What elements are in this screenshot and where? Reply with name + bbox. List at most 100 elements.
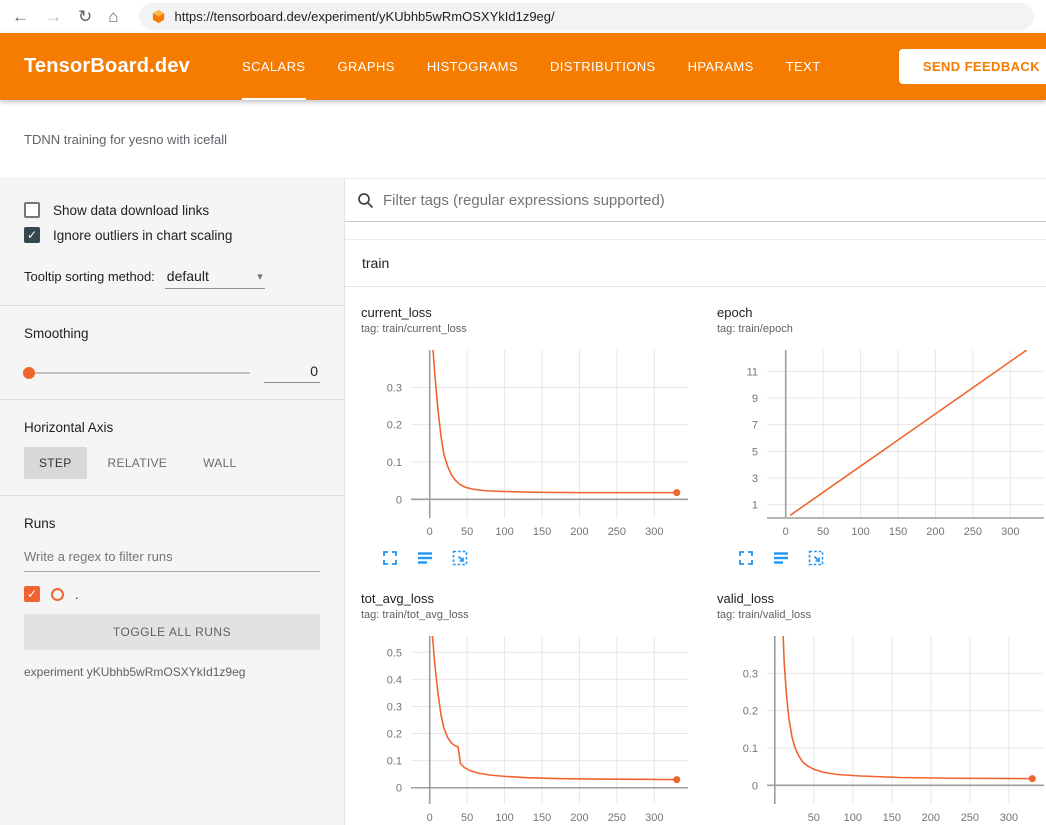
tensorboard-site-icon: [151, 9, 166, 24]
train-section-card: train current_loss tag: train/current_lo…: [345, 239, 1046, 825]
svg-text:0.2: 0.2: [387, 420, 402, 432]
svg-text:150: 150: [883, 812, 901, 824]
runs-label: Runs: [24, 516, 320, 531]
tooltip-sorting-value: default: [167, 268, 209, 284]
fit-domain-icon[interactable]: [451, 549, 469, 567]
chart-tag: tag: train/current_loss: [361, 323, 703, 335]
run-color-swatch: [51, 588, 64, 601]
ignore-outliers-checkbox-row[interactable]: ✓ Ignore outliers in chart scaling: [24, 227, 320, 243]
svg-text:7: 7: [752, 420, 758, 432]
nav-tab[interactable]: GRAPHS: [338, 33, 395, 100]
svg-text:250: 250: [964, 526, 982, 538]
svg-text:100: 100: [851, 526, 869, 538]
chevron-down-icon: ▾: [257, 270, 263, 283]
svg-text:250: 250: [961, 812, 979, 824]
smoothing-slider-row: 0: [24, 363, 320, 383]
experiment-description: TDNN training for yesno with icefall: [0, 100, 1046, 178]
svg-text:5: 5: [752, 446, 758, 458]
scalars-dashboard: train current_loss tag: train/current_lo…: [345, 179, 1046, 825]
svg-text:0: 0: [396, 783, 402, 795]
svg-text:0.1: 0.1: [743, 743, 758, 755]
svg-text:250: 250: [608, 526, 626, 538]
chart-plot[interactable]: 05010015020025030000.10.20.3: [361, 345, 696, 545]
back-arrow-icon[interactable]: ←: [12, 8, 29, 25]
horizontal-axis-option[interactable]: STEP: [24, 447, 87, 479]
show-download-links-checkbox[interactable]: [24, 202, 40, 218]
run-checkbox[interactable]: ✓: [24, 586, 40, 602]
svg-text:0: 0: [427, 526, 433, 538]
chart-toolbar: [737, 549, 1046, 567]
settings-sidebar: Show data download links ✓ Ignore outlie…: [0, 179, 345, 825]
check-icon: ✓: [27, 588, 37, 600]
horizontal-axis-option[interactable]: RELATIVE: [93, 447, 183, 479]
chart-tag: tag: train/valid_loss: [717, 609, 1046, 621]
show-download-links-checkbox-row[interactable]: Show data download links: [24, 202, 320, 218]
expand-chart-icon[interactable]: [737, 549, 755, 567]
svg-text:100: 100: [495, 526, 513, 538]
app-logo[interactable]: TensorBoard.dev: [24, 55, 190, 78]
expand-chart-icon[interactable]: [381, 549, 399, 567]
forward-arrow-icon[interactable]: →: [45, 8, 62, 25]
svg-text:0: 0: [783, 526, 789, 538]
train-section-header[interactable]: train: [345, 240, 1046, 287]
svg-text:0: 0: [427, 812, 433, 824]
chart-plot[interactable]: 5010015020025030000.10.20.3: [717, 631, 1046, 825]
svg-text:250: 250: [608, 812, 626, 824]
address-bar[interactable]: https://tensorboard.dev/experiment/yKUbh…: [139, 3, 1034, 30]
scalar-chart-card: tot_avg_loss tag: train/tot_avg_loss 050…: [361, 591, 703, 825]
chart-tag: tag: train/epoch: [717, 323, 1046, 335]
tooltip-sorting-dropdown[interactable]: default ▾: [165, 265, 265, 289]
svg-text:100: 100: [495, 812, 513, 824]
search-icon: [357, 192, 374, 209]
tag-filter-row: [345, 179, 1046, 222]
nav-tab[interactable]: HPARAMS: [688, 33, 754, 100]
nav-tab[interactable]: DISTRIBUTIONS: [550, 33, 656, 100]
chart-title: tot_avg_loss: [361, 591, 703, 606]
svg-text:3: 3: [752, 473, 758, 485]
svg-text:0.1: 0.1: [387, 457, 402, 469]
ignore-outliers-label: Ignore outliers in chart scaling: [53, 228, 232, 243]
url-text: https://tensorboard.dev/experiment/yKUbh…: [175, 9, 555, 24]
check-icon: ✓: [27, 229, 37, 241]
scalar-chart-card: valid_loss tag: train/valid_loss 5010015…: [717, 591, 1046, 825]
fit-domain-icon[interactable]: [807, 549, 825, 567]
scalar-chart-card: current_loss tag: train/current_loss 050…: [361, 305, 703, 567]
general-settings-section: Show data download links ✓ Ignore outlie…: [0, 179, 344, 305]
reload-icon[interactable]: ↻: [78, 8, 92, 25]
browser-toolbar: ← → ↻ ⌂ https://tensorboard.dev/experime…: [0, 0, 1046, 33]
send-feedback-button[interactable]: SEND FEEDBACK: [899, 49, 1046, 84]
log-scale-toggle-icon[interactable]: [772, 549, 790, 567]
chart-plot[interactable]: 05010015020025030000.10.20.30.40.5: [361, 631, 696, 825]
nav-tab[interactable]: HISTOGRAMS: [427, 33, 518, 100]
toggle-all-runs-button[interactable]: TOGGLE ALL RUNS: [24, 614, 320, 650]
svg-text:0.3: 0.3: [743, 668, 758, 680]
run-name: .: [75, 587, 79, 602]
smoothing-slider[interactable]: [24, 372, 250, 374]
nav-tab[interactable]: TEXT: [786, 33, 821, 100]
ignore-outliers-checkbox[interactable]: ✓: [24, 227, 40, 243]
svg-text:200: 200: [570, 812, 588, 824]
charts-grid: current_loss tag: train/current_loss 050…: [345, 287, 1046, 825]
header-nav: SCALARS GRAPHS HISTOGRAMS DISTRIBUTIONS HPAR…: [242, 33, 821, 100]
svg-text:150: 150: [533, 812, 551, 824]
log-scale-toggle-icon[interactable]: [416, 549, 434, 567]
experiment-id-label: experiment yKUbhb5wRmOSXYkId1z9eg: [24, 665, 320, 679]
svg-text:0.3: 0.3: [387, 382, 402, 394]
chart-plot[interactable]: 0501001502002503001357911: [717, 345, 1046, 545]
svg-text:100: 100: [844, 812, 862, 824]
runs-filter-input[interactable]: [24, 543, 320, 572]
tag-filter-input[interactable]: [383, 192, 1034, 209]
smoothing-slider-thumb[interactable]: [23, 367, 35, 379]
home-icon[interactable]: ⌂: [108, 8, 118, 25]
nav-tab[interactable]: SCALARS: [242, 33, 306, 100]
chart-title: valid_loss: [717, 591, 1046, 606]
show-download-links-label: Show data download links: [53, 203, 209, 218]
svg-text:0.2: 0.2: [387, 729, 402, 741]
horizontal-axis-option[interactable]: WALL: [188, 447, 251, 479]
svg-text:0: 0: [396, 494, 402, 506]
svg-text:50: 50: [817, 526, 829, 538]
smoothing-value-input[interactable]: 0: [264, 363, 320, 383]
horizontal-axis-buttons: STEPRELATIVEWALL: [24, 447, 320, 479]
chart-title: current_loss: [361, 305, 703, 320]
run-list-item[interactable]: ✓ .: [24, 586, 320, 602]
